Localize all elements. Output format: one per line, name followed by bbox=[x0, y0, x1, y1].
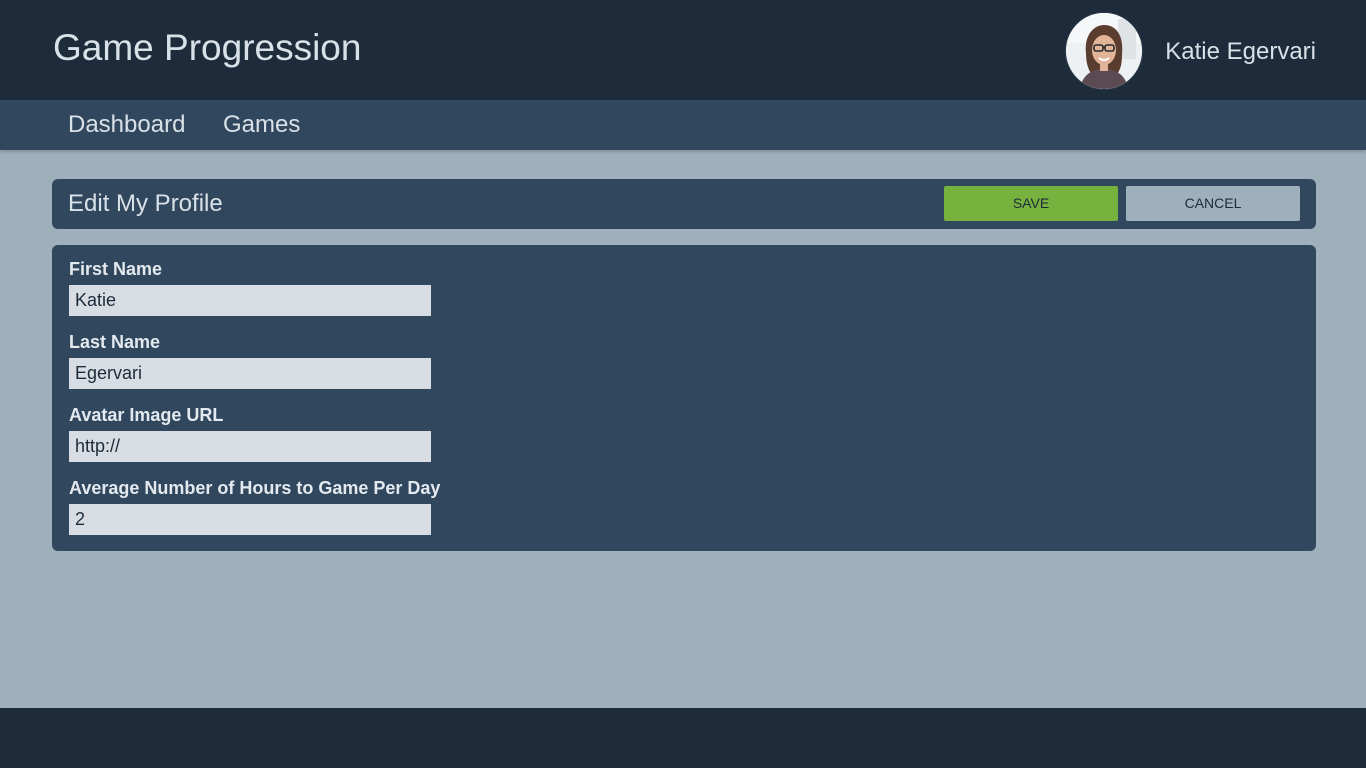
user-name[interactable]: Katie Egervari bbox=[1165, 37, 1316, 67]
cancel-button[interactable]: CANCEL bbox=[1126, 186, 1300, 221]
avatar-url-field[interactable] bbox=[69, 431, 431, 462]
avatar-url-label: Avatar Image URL bbox=[69, 405, 224, 425]
first-name-field[interactable] bbox=[69, 285, 431, 316]
nav-item-games[interactable]: Games bbox=[223, 110, 300, 140]
save-button[interactable]: SAVE bbox=[944, 186, 1118, 221]
page-footer bbox=[0, 708, 1366, 768]
hours-per-day-field[interactable] bbox=[69, 504, 431, 535]
profile-form: First Name Last Name Avatar Image URL Av… bbox=[52, 245, 1316, 551]
avatar-photo-icon bbox=[1066, 13, 1142, 89]
last-name-field[interactable] bbox=[69, 358, 431, 389]
edit-profile-header: Edit My Profile SAVE CANCEL bbox=[52, 179, 1316, 229]
top-header: Game Progression Katie Egervari bbox=[0, 0, 1366, 100]
nav-item-dashboard[interactable]: Dashboard bbox=[68, 110, 185, 140]
first-name-label: First Name bbox=[69, 259, 163, 279]
page-title: Edit My Profile bbox=[68, 190, 223, 217]
user-avatar[interactable] bbox=[1066, 13, 1142, 89]
last-name-label: Last Name bbox=[69, 332, 161, 352]
app-title: Game Progression bbox=[53, 27, 362, 68]
main-nav: Dashboard Games bbox=[0, 100, 1366, 150]
hours-per-day-label: Average Number of Hours to Game Per Day bbox=[69, 478, 441, 498]
